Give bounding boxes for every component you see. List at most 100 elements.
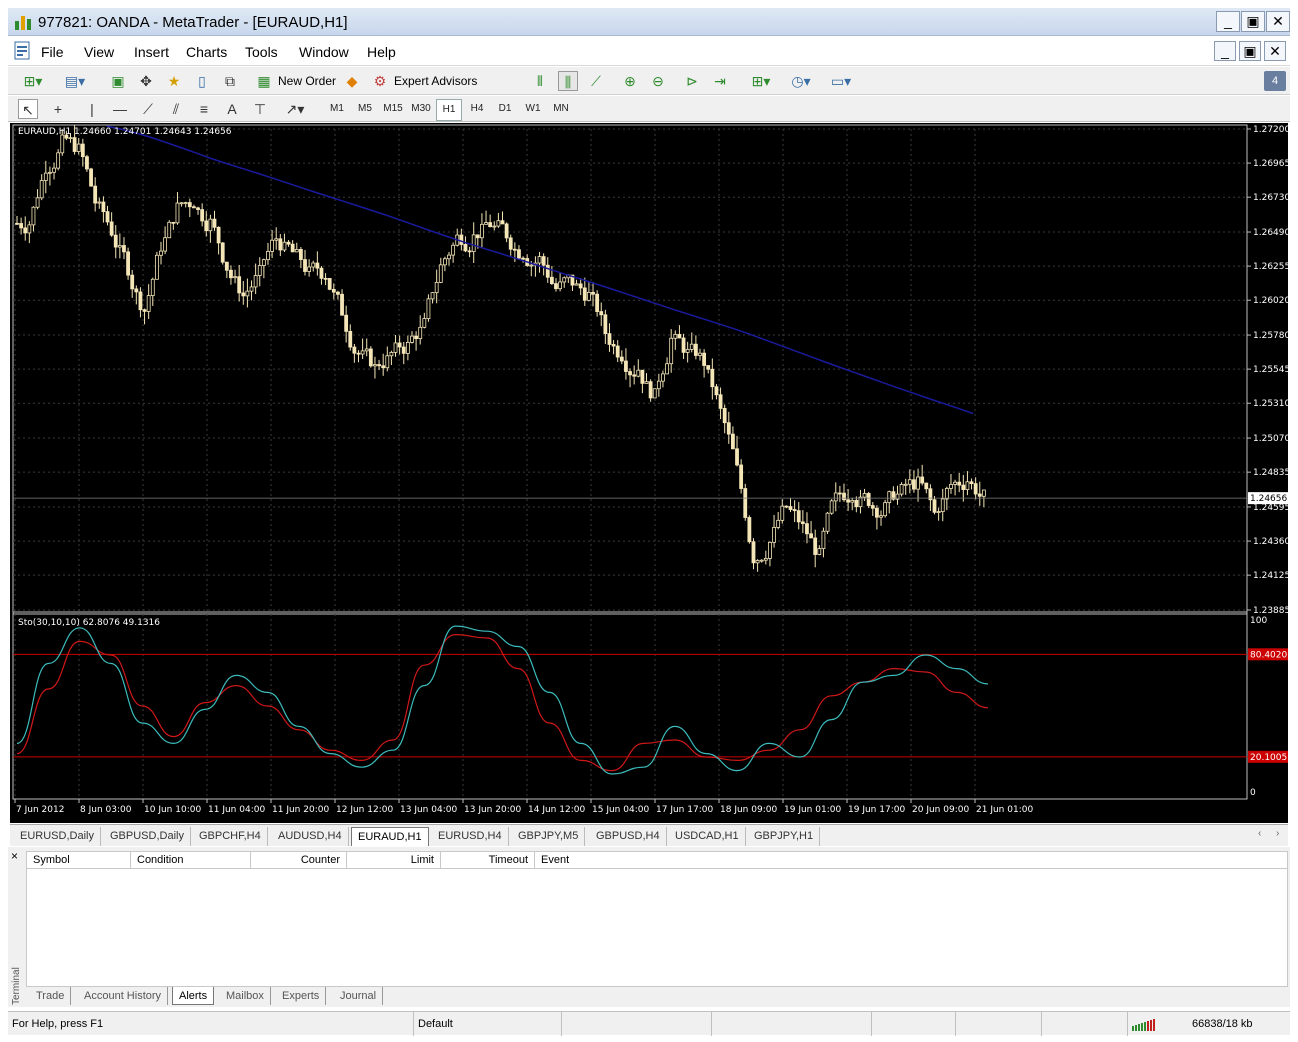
mdi-close-button[interactable]: ✕ (1264, 41, 1286, 61)
terminal-close-icon[interactable]: × (11, 849, 18, 863)
terminal-icon[interactable]: ▯ (192, 71, 212, 91)
terminal-tab-journal[interactable]: Journal (334, 987, 384, 1005)
candle-body (833, 492, 838, 502)
candlestick-icon[interactable]: ⫼ (558, 71, 578, 91)
terminal-tab-experts[interactable]: Experts (276, 987, 327, 1005)
candle-body (220, 242, 225, 263)
bar-chart-icon[interactable]: ⫴ (530, 71, 550, 91)
chart-tab-eurusd-h4[interactable]: EURUSD,H4 (432, 827, 509, 846)
zoom-in-icon[interactable]: ⊕ (620, 71, 640, 91)
menu-file[interactable]: File (41, 44, 64, 60)
restore-button[interactable]: ▣ (1241, 11, 1265, 32)
column-symbol[interactable]: Symbol (27, 852, 131, 869)
timeframe-w1[interactable]: W1 (520, 99, 546, 119)
terminal-tab-trade[interactable]: Trade (30, 987, 72, 1005)
timeframe-d1[interactable]: D1 (492, 99, 518, 119)
candle-body (648, 381, 653, 399)
periods-icon[interactable]: ◷▾ (784, 71, 818, 91)
mdi-minimize-button[interactable]: _ (1214, 41, 1236, 61)
tab-scroll-right-icon[interactable]: › (1276, 828, 1279, 839)
line-chart-icon[interactable]: ⟋ (586, 71, 606, 91)
column-timeout[interactable]: Timeout (441, 852, 535, 869)
candle-body (348, 330, 353, 348)
column-condition[interactable]: Condition (131, 852, 251, 869)
navigator-icon[interactable]: ★ (164, 71, 184, 91)
arrows-icon[interactable]: ↗▾ (278, 99, 312, 119)
chart-tab-usdcad-h1[interactable]: USDCAD,H1 (669, 827, 746, 846)
chart-tab-gbpchf-h4[interactable]: GBPCHF,H4 (193, 827, 268, 846)
chart-canvas[interactable]: 1.27200 1.26965 1.26730 1.26490 1.26255 1.260… (10, 123, 1290, 823)
zoom-out-icon[interactable]: ⊖ (648, 71, 668, 91)
market-watch-icon[interactable]: ▣ (108, 71, 128, 91)
timeframe-h4[interactable]: H4 (464, 99, 490, 119)
candle-body (373, 364, 377, 367)
minimize-button[interactable]: _ (1216, 11, 1240, 32)
timeframe-h1[interactable]: H1 (436, 99, 462, 121)
crosshair-icon[interactable]: + (48, 99, 68, 119)
timeframe-m15[interactable]: M15 (380, 99, 406, 119)
menu-view[interactable]: View (84, 44, 114, 60)
document-icon[interactable] (12, 41, 34, 61)
terminal-tab-account-history[interactable]: Account History (78, 987, 169, 1005)
candle-body (504, 223, 509, 239)
chart-tab-gbpusd-h4[interactable]: GBPUSD,H4 (590, 827, 667, 846)
chart-shift-icon[interactable]: ⇥ (710, 71, 730, 91)
text-icon[interactable]: A (222, 99, 242, 119)
new-order-icon[interactable]: ▦ (254, 71, 274, 91)
new-chart-icon[interactable]: ⊞▾ (18, 71, 48, 91)
menu-charts[interactable]: Charts (186, 44, 227, 60)
chart-tab-gbpjpy-m5[interactable]: GBPJPY,M5 (512, 827, 586, 846)
timeframe-m5[interactable]: M5 (352, 99, 378, 119)
candle-body (475, 234, 480, 239)
new-order-button[interactable]: New Order (278, 71, 336, 91)
data-window-icon[interactable]: ✥ (136, 71, 156, 91)
candle-body (739, 464, 744, 489)
menu-help[interactable]: Help (367, 44, 396, 60)
trendline-icon[interactable]: ⟋ (138, 99, 158, 119)
menu-window[interactable]: Window (299, 44, 349, 60)
timeframe-m30[interactable]: M30 (408, 99, 434, 119)
vertical-line-icon[interactable]: | (82, 99, 102, 119)
horizontal-line-icon[interactable]: — (110, 99, 130, 119)
menu-tools[interactable]: Tools (245, 44, 278, 60)
cursor-icon[interactable]: ↖ (18, 99, 38, 119)
mdi-restore-button[interactable]: ▣ (1239, 41, 1261, 61)
timeframe-mn[interactable]: MN (548, 99, 574, 119)
chart-tab-gbpjpy-h1[interactable]: GBPJPY,H1 (748, 827, 821, 846)
candle-body (681, 337, 686, 353)
chart-window[interactable]: 1.27200 1.26965 1.26730 1.26490 1.26255 1.260… (10, 123, 1290, 823)
terminal-tab-alerts[interactable]: Alerts (172, 987, 215, 1005)
chart-tab-euraud-h1[interactable]: EURAUD,H1 (351, 827, 429, 846)
notifications-badge[interactable]: 4 (1264, 71, 1286, 91)
candle-body (480, 223, 484, 239)
column-counter[interactable]: Counter (251, 852, 347, 869)
candle-body (924, 482, 929, 490)
candle-body (961, 484, 966, 491)
channel-icon[interactable]: ⫽ (166, 99, 186, 119)
close-button[interactable]: ✕ (1266, 11, 1290, 32)
candle-body (154, 254, 159, 280)
chart-tab-audusd-h4[interactable]: AUDUSD,H4 (272, 827, 349, 846)
column-limit[interactable]: Limit (347, 852, 441, 869)
auto-scroll-icon[interactable]: ⊳ (682, 71, 702, 91)
timeframe-m1[interactable]: M1 (324, 99, 350, 119)
text-label-icon[interactable]: ⊤ (250, 99, 270, 119)
candle-body (912, 479, 916, 490)
metaeditor-icon[interactable]: ◆ (342, 71, 362, 91)
fibonacci-icon[interactable]: ≡ (194, 99, 214, 119)
strategy-tester-icon[interactable]: ⧉ (220, 71, 240, 91)
terminal-tab-mailbox[interactable]: Mailbox (220, 987, 271, 1005)
chart-tab-gbpusd-daily[interactable]: GBPUSD,Daily (104, 827, 191, 846)
menu-insert[interactable]: Insert (134, 44, 169, 60)
templates-icon[interactable]: ▭▾ (824, 71, 858, 91)
candle-body (105, 211, 110, 223)
profiles-icon[interactable]: ▤▾ (60, 71, 90, 91)
column-event[interactable]: Event (535, 852, 1287, 869)
candle-body (43, 172, 48, 181)
tab-scroll-left-icon[interactable]: ‹ (1258, 828, 1261, 839)
candle-body (319, 267, 324, 279)
expert-advisors-icon[interactable]: ⚙ (370, 71, 390, 91)
chart-tab-eurusd-daily[interactable]: EURUSD,Daily (14, 827, 101, 846)
expert-advisors-button[interactable]: Expert Advisors (394, 71, 477, 91)
indicators-icon[interactable]: ⊞▾ (744, 71, 778, 91)
